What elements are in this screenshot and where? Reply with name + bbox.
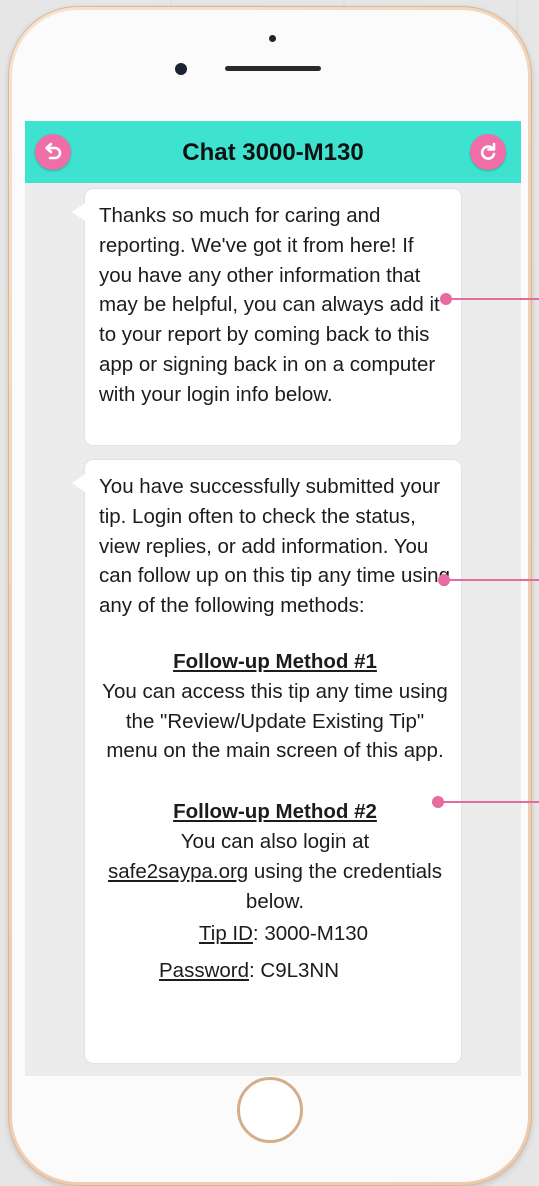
message-content: You have successfully submitted your tip… [99,472,451,986]
message-bubble: You have successfully submitted your tip… [72,460,461,1063]
password-value: C9L3NN [260,959,340,983]
scroll-artifact: · · [335,828,345,839]
message-intro: You have successfully submitted your tip… [99,475,450,618]
password-label: Password [159,959,250,983]
refresh-icon [480,142,496,160]
chat-header: Chat 3000-M130 [25,121,521,183]
chat-title: Chat 3000-M130 [182,139,364,166]
tip-id-value: 3000-M130 [264,922,369,946]
method-1-body: You can access this tip any time using t… [102,679,448,763]
callout-line [442,801,539,803]
proximity-sensor [269,35,276,42]
callout-line [450,298,539,300]
password-row: Password: C9L3NN [159,959,340,983]
method-1-title: Follow-up Method #1 [173,649,377,673]
app-screen: Chat 3000-M130 Thanks so much for caring… [25,121,521,1076]
method-2-suffix: using the credentials below. [245,859,442,913]
front-camera [175,63,187,75]
message-text: Thanks so much for caring and reporting.… [99,204,440,406]
website-link[interactable]: safe2saypa.org [108,860,248,883]
tip-id-label: Tip ID [199,922,253,946]
callout-line [448,579,539,581]
method-2-title: Follow-up Method #2 [173,800,377,824]
home-button[interactable] [237,1077,303,1143]
tip-id-row: Tip ID: 3000-M130 [199,922,369,946]
refresh-button[interactable] [470,134,506,170]
method-2-body: You can also login at safe2saypa.org usi… [99,827,451,916]
earpiece-speaker [225,66,321,71]
message-bubble: Thanks so much for caring and reporting.… [72,189,461,445]
